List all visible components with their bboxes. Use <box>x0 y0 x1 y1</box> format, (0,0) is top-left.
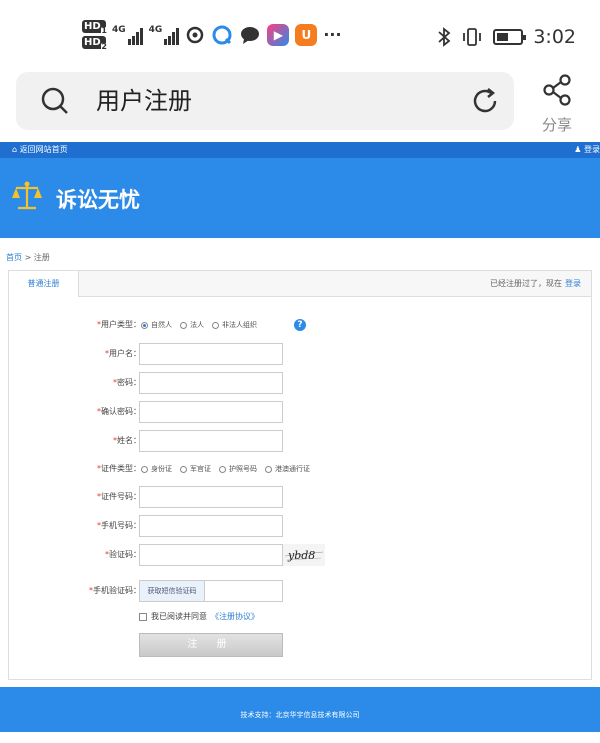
breadcrumb-current: 注册 <box>33 253 50 262</box>
user-type-row: *用户类型： 自然人 法人 非法人组织 ? <box>9 314 591 336</box>
user-type-radios: 自然人 法人 非法人组织 <box>141 314 257 336</box>
radio-id-card[interactable]: 身份证 <box>141 458 172 480</box>
id-number-input[interactable] <box>139 486 283 508</box>
id-type-radios: 身份证 军官证 护照号码 港澳通行证 <box>141 458 310 480</box>
more-icon: ··· <box>323 25 342 44</box>
phone-row: *手机号码： <box>9 515 591 537</box>
signal-icon: 4G <box>112 25 143 45</box>
status-right: 3:02 <box>437 26 576 48</box>
message-icon <box>241 26 260 44</box>
app-icon-uc: U <box>295 23 318 46</box>
register-button[interactable]: 注 册 <box>139 633 283 657</box>
password-row: *密码： <box>9 372 591 394</box>
clock: 3:02 <box>533 26 576 48</box>
breadcrumb: 首页 > 注册 <box>6 253 50 262</box>
vibrate-icon <box>463 28 482 46</box>
radio-passport[interactable]: 护照号码 <box>219 458 257 480</box>
top-login-link[interactable]: ♟ 登录 <box>574 142 600 158</box>
help-icon[interactable]: ? <box>294 319 306 331</box>
captcha-row: *验证码： ybd8 <box>9 544 591 566</box>
username-row: *用户名： <box>9 343 591 365</box>
phone-input[interactable] <box>139 515 283 537</box>
app-icon-video: ▶ <box>267 23 290 46</box>
register-panel: 普通注册 已经注册过了，现在 登录 *用户类型： 自然人 法人 非法人组织 ? *… <box>8 270 592 680</box>
home-link[interactable]: ⌂ 返回网站首页 <box>12 142 68 158</box>
agree-checkbox[interactable] <box>139 612 147 621</box>
id-type-row: *证件类型： 身份证 军官证 护照号码 港澳通行证 <box>9 458 591 480</box>
status-left: HD 1 HD 2 4G 4G ▶ U ··· <box>82 20 342 51</box>
share-label[interactable]: 分享 <box>534 114 580 135</box>
sms-code-input[interactable] <box>204 580 283 602</box>
signal-icon-2: 4G <box>149 25 180 45</box>
login-link[interactable]: 登录 <box>565 279 581 288</box>
radio-legal-person[interactable]: 法人 <box>180 314 204 336</box>
svg-text:ybd8: ybd8 <box>287 549 315 562</box>
search-icon[interactable] <box>40 86 70 116</box>
id-number-row: *证件号码： <box>9 486 591 508</box>
radio-hk-macau-pass[interactable]: 港澳通行证 <box>265 458 310 480</box>
radio-military-id[interactable]: 军官证 <box>180 458 211 480</box>
address-title[interactable]: 用户注册 <box>96 86 192 116</box>
footer-text: 技术支持：北京华宇信息技术有限公司 <box>240 711 360 719</box>
tab-normal-register[interactable]: 普通注册 <box>9 271 79 297</box>
sms-row: *手机验证码： 获取短信验证码 <box>9 580 591 602</box>
site-banner: 诉讼无忧 <box>0 158 600 238</box>
tab-bar: 普通注册 已经注册过了，现在 登录 <box>9 271 591 297</box>
radio-natural-person[interactable]: 自然人 <box>141 314 172 336</box>
site-brand: 诉讼无忧 <box>56 188 140 212</box>
confirm-password-row: *确认密码： <box>9 401 591 423</box>
share-icon[interactable] <box>541 74 573 106</box>
battery-icon <box>493 29 527 45</box>
app-icon-circle <box>187 26 204 43</box>
reload-icon[interactable] <box>470 86 500 116</box>
bluetooth-icon <box>438 27 451 47</box>
agreement-link[interactable]: 《注册协议》 <box>211 611 259 622</box>
site-footer: 技术支持：北京华宇信息技术有限公司 <box>0 687 600 732</box>
hd-icon: HD 1 HD 2 <box>82 20 107 51</box>
name-input[interactable] <box>139 430 283 452</box>
confirm-password-input[interactable] <box>139 401 283 423</box>
breadcrumb-home[interactable]: 首页 <box>6 253 22 262</box>
radio-non-legal-org[interactable]: 非法人组织 <box>212 314 257 336</box>
app-icon-q <box>212 25 232 44</box>
agreement-row: 我已阅读并同意 《注册协议》 <box>139 611 259 622</box>
password-input[interactable] <box>139 372 283 394</box>
get-sms-code-button[interactable]: 获取短信验证码 <box>139 580 205 602</box>
username-input[interactable] <box>139 343 283 365</box>
site-top-strip: ⌂ 返回网站首页 ♟ 登录 <box>0 142 600 158</box>
status-bar: HD 1 HD 2 4G 4G ▶ U ··· 3:02 <box>0 0 600 70</box>
captcha-input[interactable] <box>139 544 283 566</box>
already-registered: 已经注册过了，现在 登录 <box>490 279 581 288</box>
scales-of-justice-icon <box>12 181 42 210</box>
name-row: *姓名： <box>9 430 591 452</box>
share-button[interactable]: 分享 <box>534 72 580 142</box>
captcha-image[interactable]: ybd8 <box>283 544 325 566</box>
address-bar[interactable]: 用户注册 <box>16 72 514 130</box>
